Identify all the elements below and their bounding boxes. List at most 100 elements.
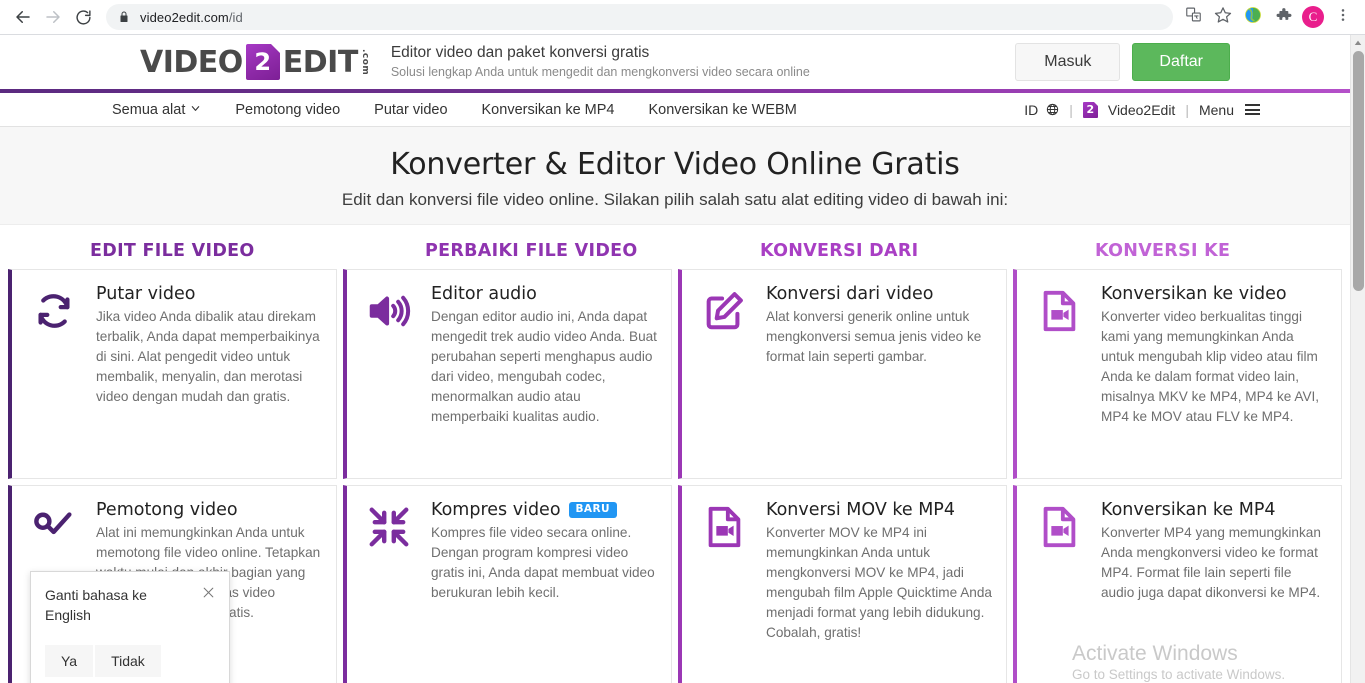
globe-extension-icon bbox=[1244, 6, 1262, 29]
tool-card-konversikan-ke-video[interactable]: Konversikan ke video Konverter video ber… bbox=[1013, 269, 1342, 479]
card-title-text: Konversikan ke MP4 bbox=[1101, 500, 1276, 520]
card-title-text: Editor audio bbox=[431, 284, 537, 304]
column-header-edit-file-video: EDIT FILE VIDEO bbox=[90, 241, 255, 261]
card-description: Kompres file video secara online. Dengan… bbox=[431, 525, 655, 600]
extensions-button[interactable] bbox=[1269, 3, 1297, 31]
card-title-text: Putar video bbox=[96, 284, 196, 304]
page-title: Konverter & Editor Video Online Gratis bbox=[390, 147, 960, 182]
card-description: Konverter MOV ke MP4 ini memungkinkan An… bbox=[766, 525, 992, 640]
chrome-menu-button[interactable] bbox=[1329, 3, 1357, 31]
page-subtitle: Edit dan konversi file video online. Sil… bbox=[341, 190, 1009, 209]
card-title: Kompres video BARU bbox=[431, 500, 657, 520]
nav-label: Konversikan ke WEBM bbox=[648, 101, 797, 118]
tool-card-konversikan-ke-mp4[interactable]: Konversikan ke MP4 Konverter MP4 yang me… bbox=[1013, 485, 1342, 683]
menu-button[interactable]: Menu bbox=[1199, 102, 1260, 118]
language-selector[interactable]: ID bbox=[1024, 102, 1059, 118]
translate-button[interactable] bbox=[1179, 3, 1207, 31]
toolbar-icons: C bbox=[1179, 3, 1357, 31]
scrollbar-thumb[interactable] bbox=[1353, 51, 1364, 291]
url-domain: video2edit.com bbox=[140, 9, 229, 25]
back-arrow-icon bbox=[14, 8, 32, 26]
video-file-icon bbox=[1027, 500, 1091, 670]
card-title: Konversikan ke video bbox=[1101, 284, 1327, 304]
card-title-text: Konversi MOV ke MP4 bbox=[766, 500, 955, 520]
compress-arrows-icon bbox=[357, 500, 421, 670]
tool-card-kompres-video[interactable]: Kompres video BARU Kompres file video se… bbox=[343, 485, 672, 683]
main-navigation: Semua alat Pemotong video Putar video Ko… bbox=[0, 93, 1350, 127]
bookmark-button[interactable] bbox=[1209, 3, 1237, 31]
header-actions: Masuk Daftar bbox=[1015, 43, 1230, 81]
site-header: VIDEO 2 EDIT .com Editor video dan paket… bbox=[0, 35, 1350, 89]
card-body: Konversi dari video Alat konversi generi… bbox=[766, 284, 992, 464]
page-scrollbar[interactable] bbox=[1350, 35, 1365, 683]
back-button[interactable] bbox=[8, 2, 38, 32]
card-body: Konversi MOV ke MP4 Konverter MOV ke MP4… bbox=[766, 500, 992, 670]
brand-label: Video2Edit bbox=[1107, 101, 1176, 118]
column-headers: EDIT FILE VIDEO PERBAIKI FILE VIDEO KONV… bbox=[8, 225, 1342, 269]
column-header-konversi-ke: KONVERSI KE bbox=[1095, 241, 1231, 261]
nav-item-konversikan-ke-mp4[interactable]: Konversikan ke MP4 bbox=[482, 102, 615, 118]
site-logo[interactable]: VIDEO 2 EDIT .com bbox=[140, 44, 370, 80]
avatar: C bbox=[1302, 6, 1324, 28]
page-content: VIDEO 2 EDIT .com Editor video dan paket… bbox=[0, 35, 1350, 683]
close-x-icon[interactable] bbox=[202, 586, 215, 602]
translate-icon bbox=[1185, 6, 1202, 28]
nav-label: Pemotong video bbox=[235, 101, 341, 118]
nav-item-putar-video[interactable]: Putar video bbox=[374, 102, 447, 118]
hero-section: Konverter & Editor Video Online Gratis E… bbox=[0, 127, 1350, 225]
language-code: ID bbox=[1024, 101, 1039, 118]
chevron-down-icon bbox=[190, 102, 201, 118]
signup-button[interactable]: Daftar bbox=[1132, 43, 1230, 81]
puzzle-piece-icon bbox=[1275, 6, 1292, 28]
card-body: Editor audio Dengan editor audio ini, An… bbox=[431, 284, 657, 464]
login-button[interactable]: Masuk bbox=[1015, 43, 1121, 81]
globe-extension-button[interactable] bbox=[1239, 3, 1267, 31]
tool-card-konversi-mov-ke-mp4[interactable]: Konversi MOV ke MP4 Konverter MOV ke MP4… bbox=[678, 485, 1007, 683]
forward-button[interactable] bbox=[38, 2, 68, 32]
popup-no-button[interactable]: Tidak bbox=[95, 645, 161, 678]
rotate-arrows-icon bbox=[22, 284, 86, 464]
nav-divider: | bbox=[1069, 101, 1073, 118]
hamburger-icon bbox=[1245, 104, 1260, 115]
scrollbar-up-arrow[interactable] bbox=[1351, 35, 1365, 50]
brand-link[interactable]: 2 Video2Edit bbox=[1082, 101, 1176, 118]
tool-card-konversi-dari-video[interactable]: Konversi dari video Alat konversi generi… bbox=[678, 269, 1007, 479]
card-description: Alat konversi generik online untuk mengk… bbox=[766, 309, 982, 364]
card-body: Konversikan ke video Konverter video ber… bbox=[1101, 284, 1327, 464]
speaker-sound-icon bbox=[357, 284, 421, 464]
profile-button[interactable]: C bbox=[1299, 3, 1327, 31]
card-title-text: Konversikan ke video bbox=[1101, 284, 1287, 304]
nav-item-pemotong-video[interactable]: Pemotong video bbox=[235, 102, 340, 118]
site-tagline: Editor video dan paket konversi gratis S… bbox=[391, 43, 1015, 81]
column-header-perbaiki-file-video: PERBAIKI FILE VIDEO bbox=[425, 241, 638, 261]
star-icon bbox=[1214, 6, 1232, 29]
brand-mini-logo: 2 bbox=[1082, 101, 1098, 118]
reload-icon bbox=[75, 9, 92, 26]
nav-item-konversikan-ke-webm[interactable]: Konversikan ke WEBM bbox=[649, 102, 797, 118]
card-title: Putar video bbox=[96, 284, 322, 304]
card-title: Konversikan ke MP4 bbox=[1101, 500, 1327, 520]
address-bar[interactable]: video2edit.com/id bbox=[106, 4, 1173, 30]
language-change-popup: Ganti bahasa ke English Ya Tidak bbox=[30, 571, 230, 683]
menu-label: Menu bbox=[1198, 101, 1234, 118]
nav-item-semua-alat[interactable]: Semua alat bbox=[112, 102, 201, 118]
popup-yes-button[interactable]: Ya bbox=[45, 645, 94, 678]
reload-button[interactable] bbox=[68, 2, 98, 32]
card-title-text: Pemotong video bbox=[96, 500, 238, 520]
card-title-text: Konversi dari video bbox=[766, 284, 934, 304]
page-viewport: VIDEO 2 EDIT .com Editor video dan paket… bbox=[0, 35, 1365, 683]
logo-mark-two: 2 bbox=[245, 44, 280, 80]
popup-header: Ganti bahasa ke English bbox=[45, 586, 215, 625]
card-body: Kompres video BARU Kompres file video se… bbox=[431, 500, 657, 670]
card-description: Dengan editor audio ini, Anda dapat meng… bbox=[431, 309, 657, 424]
url-path: /id bbox=[228, 9, 243, 25]
tool-card-editor-audio[interactable]: Editor audio Dengan editor audio ini, An… bbox=[343, 269, 672, 479]
card-title: Pemotong video bbox=[96, 500, 322, 520]
tool-card-putar-video[interactable]: Putar video Jika video Anda dibalik atau… bbox=[8, 269, 337, 479]
status-badge-new: BARU bbox=[568, 502, 617, 518]
nav-divider-2: | bbox=[1185, 101, 1189, 118]
card-title: Konversi MOV ke MP4 bbox=[766, 500, 992, 520]
browser-toolbar: video2edit.com/id C bbox=[0, 0, 1365, 34]
card-title-text: Kompres video bbox=[431, 500, 561, 520]
popup-buttons: Ya Tidak bbox=[45, 645, 215, 678]
